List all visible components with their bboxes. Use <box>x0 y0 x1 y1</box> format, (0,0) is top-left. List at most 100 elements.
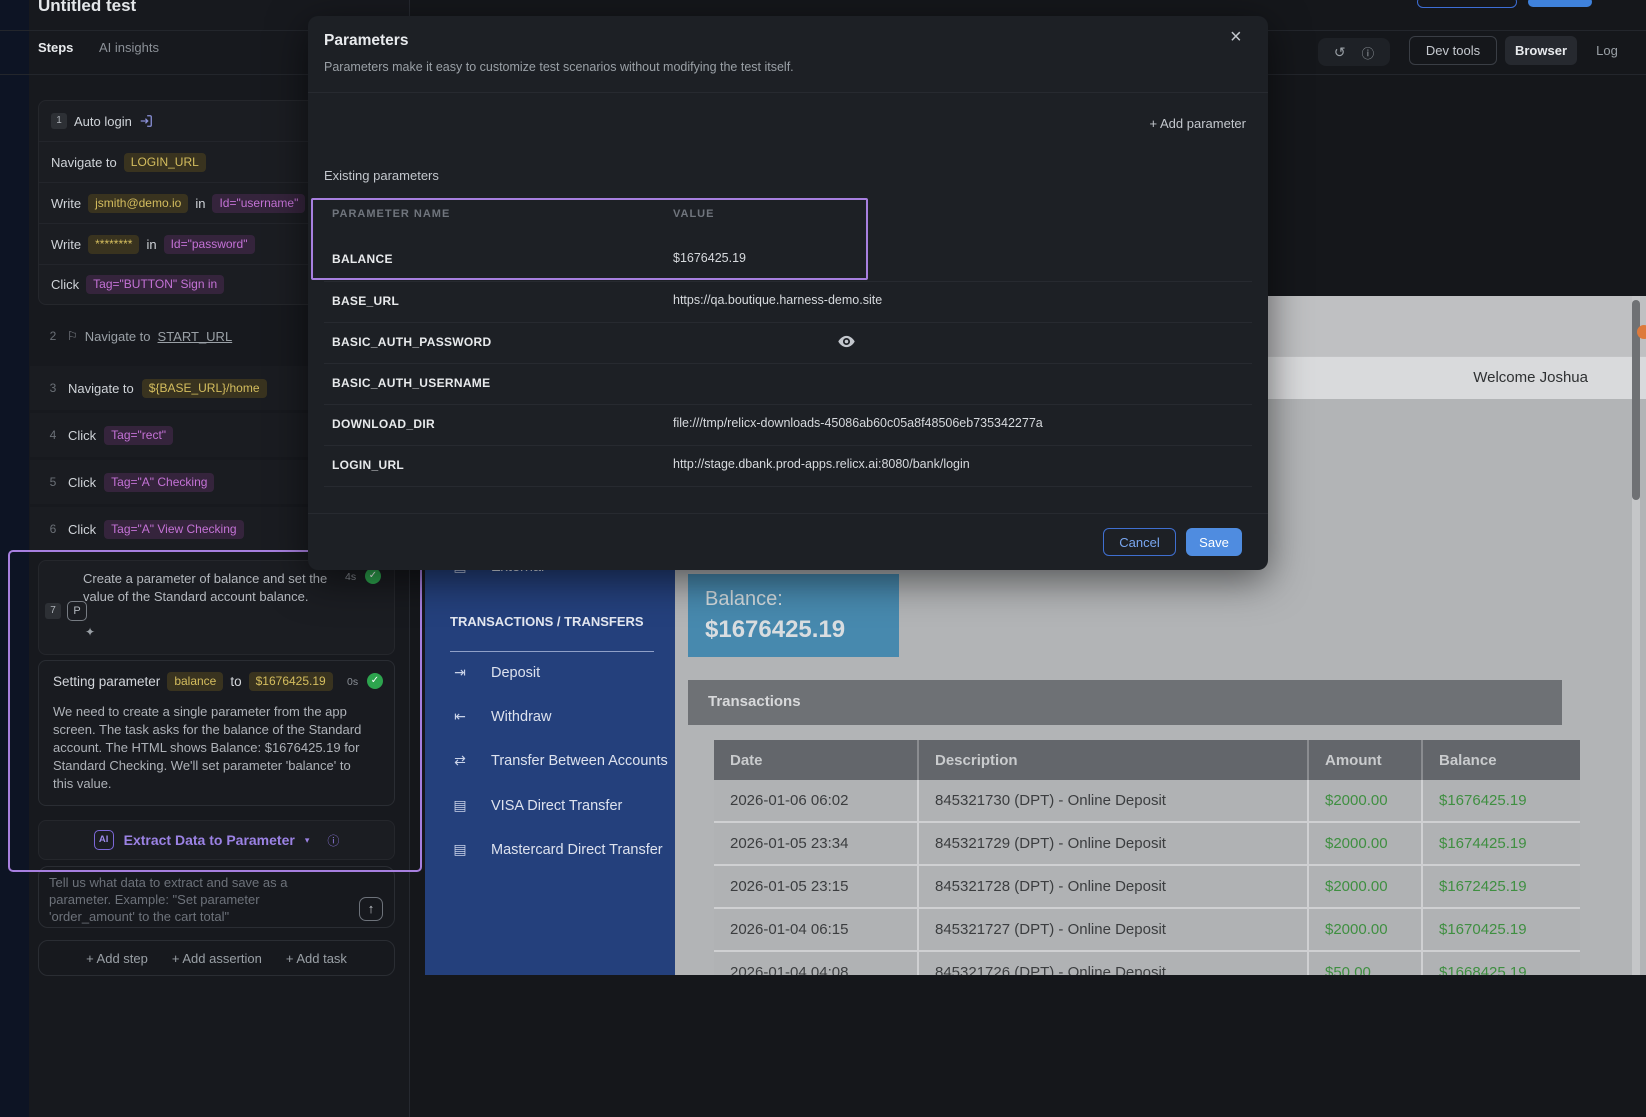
sidebar-section-title: TRANSACTIONS / TRANSFERS <box>450 614 650 629</box>
refresh-icon[interactable]: ↺ <box>1334 44 1346 61</box>
submit-arrow-button[interactable]: ↑ <box>359 897 383 921</box>
param-row-value: $1676425.19 <box>673 251 746 265</box>
transactions-title: Transactions <box>708 693 801 710</box>
connector: in <box>146 237 156 252</box>
transfer-icon: ⇄ <box>451 752 469 769</box>
param-value-chip[interactable]: $1676425.19 <box>249 672 333 691</box>
action-label: Click <box>68 522 96 537</box>
flag-icon: ⚐ <box>67 329 78 343</box>
step-number: 1 <box>51 113 67 129</box>
success-check-icon: ✓ <box>365 568 381 584</box>
param-chip[interactable]: ${BASE_URL}/home <box>142 379 267 398</box>
balance-label: Balance: <box>705 588 783 611</box>
table-row[interactable]: 2026-01-05 23:15 845321728 (DPT) - Onlin… <box>714 866 1580 909</box>
cancel-button[interactable]: Cancel <box>1103 528 1176 556</box>
close-icon[interactable]: × <box>1230 26 1242 49</box>
table-row[interactable]: 2026-01-04 04:08 845321726 (DPT) - Onlin… <box>714 952 1580 975</box>
modal-subtitle: Parameters make it easy to customize tes… <box>324 60 794 74</box>
success-check-icon: ✓ <box>367 673 383 689</box>
sidebar-item-deposit[interactable]: ⇥ Deposit <box>451 664 540 681</box>
action-label: Navigate to <box>51 155 117 170</box>
param-row-value: file:///tmp/relicx-downloads-45086ab60c0… <box>673 416 1043 430</box>
selector-chip[interactable]: Id="password" <box>164 235 255 254</box>
param-chip[interactable]: LOGIN_URL <box>124 153 206 172</box>
left-edge-strip <box>0 0 29 1117</box>
param-row-name: BASE_URL <box>332 294 399 308</box>
save-button[interactable]: Save <box>1186 528 1242 556</box>
add-assertion-button[interactable]: + Add assertion <box>172 951 262 966</box>
extract-data-card[interactable]: AI Extract Data to Parameter ▾ ⓘ <box>38 820 395 860</box>
sidebar-item-mastercard-transfer[interactable]: ▤ Mastercard Direct Transfer <box>451 841 663 858</box>
param-row-value: https://qa.boutique.harness-demo.site <box>673 293 882 307</box>
table-row[interactable]: 2026-01-05 23:34 845321729 (DPT) - Onlin… <box>714 823 1580 866</box>
divider <box>324 281 1252 282</box>
primary-action-button-partial[interactable] <box>1528 0 1592 7</box>
sidebar-item-withdraw[interactable]: ⇤ Withdraw <box>451 708 551 725</box>
connector: in <box>195 196 205 211</box>
table-row[interactable]: 2026-01-06 06:02 845321730 (DPT) - Onlin… <box>714 780 1580 823</box>
table-row[interactable]: 2026-01-04 06:15 845321727 (DPT) - Onlin… <box>714 909 1580 952</box>
ai-task-card[interactable]: 7 P Create a parameter of balance and se… <box>38 560 395 655</box>
step-title: Auto login <box>74 114 132 129</box>
scrollbar-track[interactable] <box>1632 296 1640 975</box>
start-url-link[interactable]: START_URL <box>158 329 233 344</box>
task-description: Create a parameter of balance and set th… <box>83 570 335 605</box>
login-icon <box>139 114 153 128</box>
column-header-value: VALUE <box>673 208 714 220</box>
sparkle-icon: ✦ <box>85 625 95 639</box>
add-step-button[interactable]: + Add step <box>86 951 148 966</box>
divider <box>324 404 1252 405</box>
step-number: 4 <box>46 428 60 442</box>
welcome-text: Welcome Joshua <box>1473 369 1588 386</box>
column-header-name: PARAMETER NAME <box>332 208 450 220</box>
tab-steps[interactable]: Steps <box>38 40 73 55</box>
selector-chip[interactable]: Id="username" <box>212 194 305 213</box>
action-label: Navigate to <box>85 329 151 344</box>
chevron-down-icon[interactable]: ▾ <box>305 835 310 846</box>
param-row-value: http://stage.dbank.prod-apps.relicx.ai:8… <box>673 457 970 471</box>
value-chip[interactable]: jsmith@demo.io <box>88 194 188 213</box>
col-date: Date <box>714 740 919 780</box>
devtools-button[interactable]: Dev tools <box>1409 36 1497 65</box>
ai-badge-icon: AI <box>94 830 114 850</box>
sidebar-item-visa-transfer[interactable]: ▤ VISA Direct Transfer <box>451 797 622 814</box>
extract-input[interactable]: Tell us what data to extract and save as… <box>38 866 395 928</box>
selector-chip[interactable]: Tag="BUTTON" Sign in <box>86 275 224 294</box>
task-duration: 4s <box>345 571 356 583</box>
action-label: Click <box>51 277 79 292</box>
param-name-chip[interactable]: balance <box>167 672 223 691</box>
param-row-name: BASIC_AUTH_USERNAME <box>332 376 490 390</box>
tab-ai-insights[interactable]: AI insights <box>99 40 159 55</box>
add-task-button[interactable]: + Add task <box>286 951 347 966</box>
card-icon: ▤ <box>451 797 469 814</box>
param-row-name: LOGIN_URL <box>332 458 404 472</box>
transactions-table: Date Description Amount Balance 2026-01-… <box>714 740 1580 975</box>
selector-chip[interactable]: Tag="rect" <box>104 426 173 445</box>
step-number: 7 <box>45 603 61 619</box>
log-tab[interactable]: Log <box>1585 36 1629 65</box>
setting-parameter-card[interactable]: Setting parameter balance to $1676425.19… <box>38 660 395 806</box>
card-icon: ▤ <box>451 841 469 858</box>
add-parameter-button[interactable]: + Add parameter <box>1150 116 1246 131</box>
reasoning-text: We need to create a single parameter fro… <box>53 703 365 793</box>
param-row-name: DOWNLOAD_DIR <box>332 417 435 431</box>
session-controls: ↺ ⓘ <box>1318 38 1390 66</box>
info-icon[interactable]: ⓘ <box>1362 43 1375 62</box>
col-balance: Balance <box>1423 740 1580 780</box>
balance-value: $1676425.19 <box>705 616 845 644</box>
selector-chip[interactable]: Tag="A" Checking <box>104 473 214 492</box>
deposit-icon: ⇥ <box>451 664 469 681</box>
step-number: 2 <box>46 329 60 343</box>
setting-label: Setting parameter <box>53 674 160 689</box>
info-icon[interactable]: ⓘ <box>327 832 339 849</box>
sidebar-item-transfer[interactable]: ⇄ Transfer Between Accounts <box>451 752 668 769</box>
eye-icon[interactable] <box>838 335 855 348</box>
param-row-name: BASIC_AUTH_PASSWORD <box>332 335 492 349</box>
action-label: Click <box>68 475 96 490</box>
divider <box>450 651 654 652</box>
browser-tab[interactable]: Browser <box>1505 36 1577 65</box>
value-chip[interactable]: ******** <box>88 235 139 254</box>
secondary-action-button-partial[interactable] <box>1417 0 1517 8</box>
selector-chip[interactable]: Tag="A" View Checking <box>104 520 243 539</box>
divider <box>308 513 1268 514</box>
